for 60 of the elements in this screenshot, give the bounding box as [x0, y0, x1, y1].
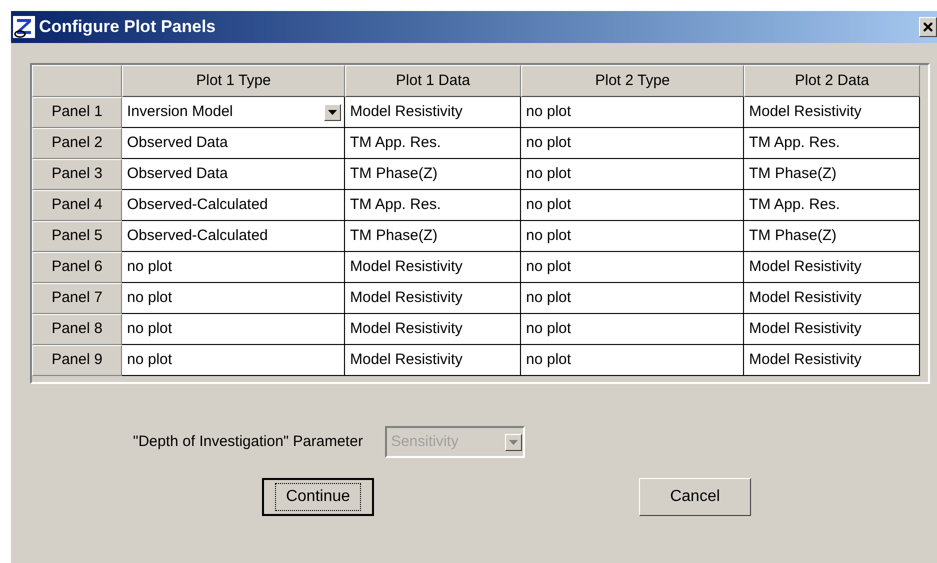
column-header[interactable]: Plot 2 Type	[521, 65, 744, 97]
table-cell: Observed Data	[122, 128, 345, 159]
dropdown-button[interactable]	[324, 104, 341, 120]
table-cell: Model Resistivity	[744, 283, 920, 314]
table-cell: TM Phase(Z)	[744, 159, 920, 190]
table-cell: Observed-Calculated	[122, 190, 345, 221]
close-button[interactable]	[919, 17, 937, 37]
caret-icon	[508, 440, 518, 444]
close-icon	[923, 22, 933, 32]
table-cell: Model Resistivity	[345, 97, 521, 128]
table-cell: no plot	[521, 345, 744, 376]
column-header[interactable]: Plot 1 Data	[345, 65, 521, 97]
table-cell: Model Resistivity	[345, 345, 521, 376]
dropdown-cell[interactable]: Inversion Model	[122, 97, 345, 128]
table-cell: Model Resistivity	[744, 97, 920, 128]
row-header[interactable]: Panel 4	[32, 190, 122, 221]
table-cell: TM App. Res.	[744, 128, 920, 159]
table-cell: Model Resistivity	[744, 252, 920, 283]
column-header[interactable]: Plot 1 Type	[122, 65, 345, 97]
table-cell: Observed-Calculated	[122, 221, 345, 252]
table-cell: Model Resistivity	[345, 283, 521, 314]
row-header[interactable]: Panel 8	[32, 314, 122, 345]
row-header[interactable]: Panel 9	[32, 345, 122, 376]
parameter-label: "Depth of Investigation" Parameter	[133, 432, 363, 452]
table-cell: no plot	[521, 221, 744, 252]
row-header[interactable]: Panel 6	[32, 252, 122, 283]
window-title: Configure Plot Panels	[39, 16, 216, 38]
table-cell: no plot	[521, 159, 744, 190]
table-cell: no plot	[521, 128, 744, 159]
table-cell: no plot	[521, 252, 744, 283]
table-cell: TM App. Res.	[345, 128, 521, 159]
table-cell: no plot	[521, 314, 744, 345]
table-cell: no plot	[122, 252, 345, 283]
row-header[interactable]: Panel 7	[32, 283, 122, 314]
app-logo-icon	[13, 16, 35, 38]
table-cell: no plot	[521, 283, 744, 314]
dialog-button[interactable]: Continue	[262, 478, 374, 516]
table-cell: no plot	[122, 345, 345, 376]
table-cell: no plot	[521, 97, 744, 128]
row-header[interactable]: Panel 1	[32, 97, 122, 128]
row-header[interactable]: Panel 3	[32, 159, 122, 190]
table-cell: no plot	[521, 190, 744, 221]
row-header[interactable]: Panel 2	[32, 128, 122, 159]
table-cell: TM Phase(Z)	[345, 221, 521, 252]
table-cell: TM Phase(Z)	[744, 221, 920, 252]
column-header[interactable]: Plot 2 Data	[744, 65, 920, 97]
table-cell: TM App. Res.	[345, 190, 521, 221]
table-cell: Model Resistivity	[345, 252, 521, 283]
table-cell: TM Phase(Z)	[345, 159, 521, 190]
table-cell: no plot	[122, 283, 345, 314]
table-cell: Model Resistivity	[345, 314, 521, 345]
table-cell: no plot	[122, 314, 345, 345]
table-cell: Model Resistivity	[744, 314, 920, 345]
caret-icon	[328, 110, 337, 114]
dialog-button[interactable]: Cancel	[639, 478, 751, 516]
dropdown-value: Inversion Model	[127, 102, 233, 122]
table-cell: Observed Data	[122, 159, 345, 190]
table-cell: Model Resistivity	[744, 345, 920, 376]
table-cell: TM App. Res.	[744, 190, 920, 221]
row-header[interactable]: Panel 5	[32, 221, 122, 252]
